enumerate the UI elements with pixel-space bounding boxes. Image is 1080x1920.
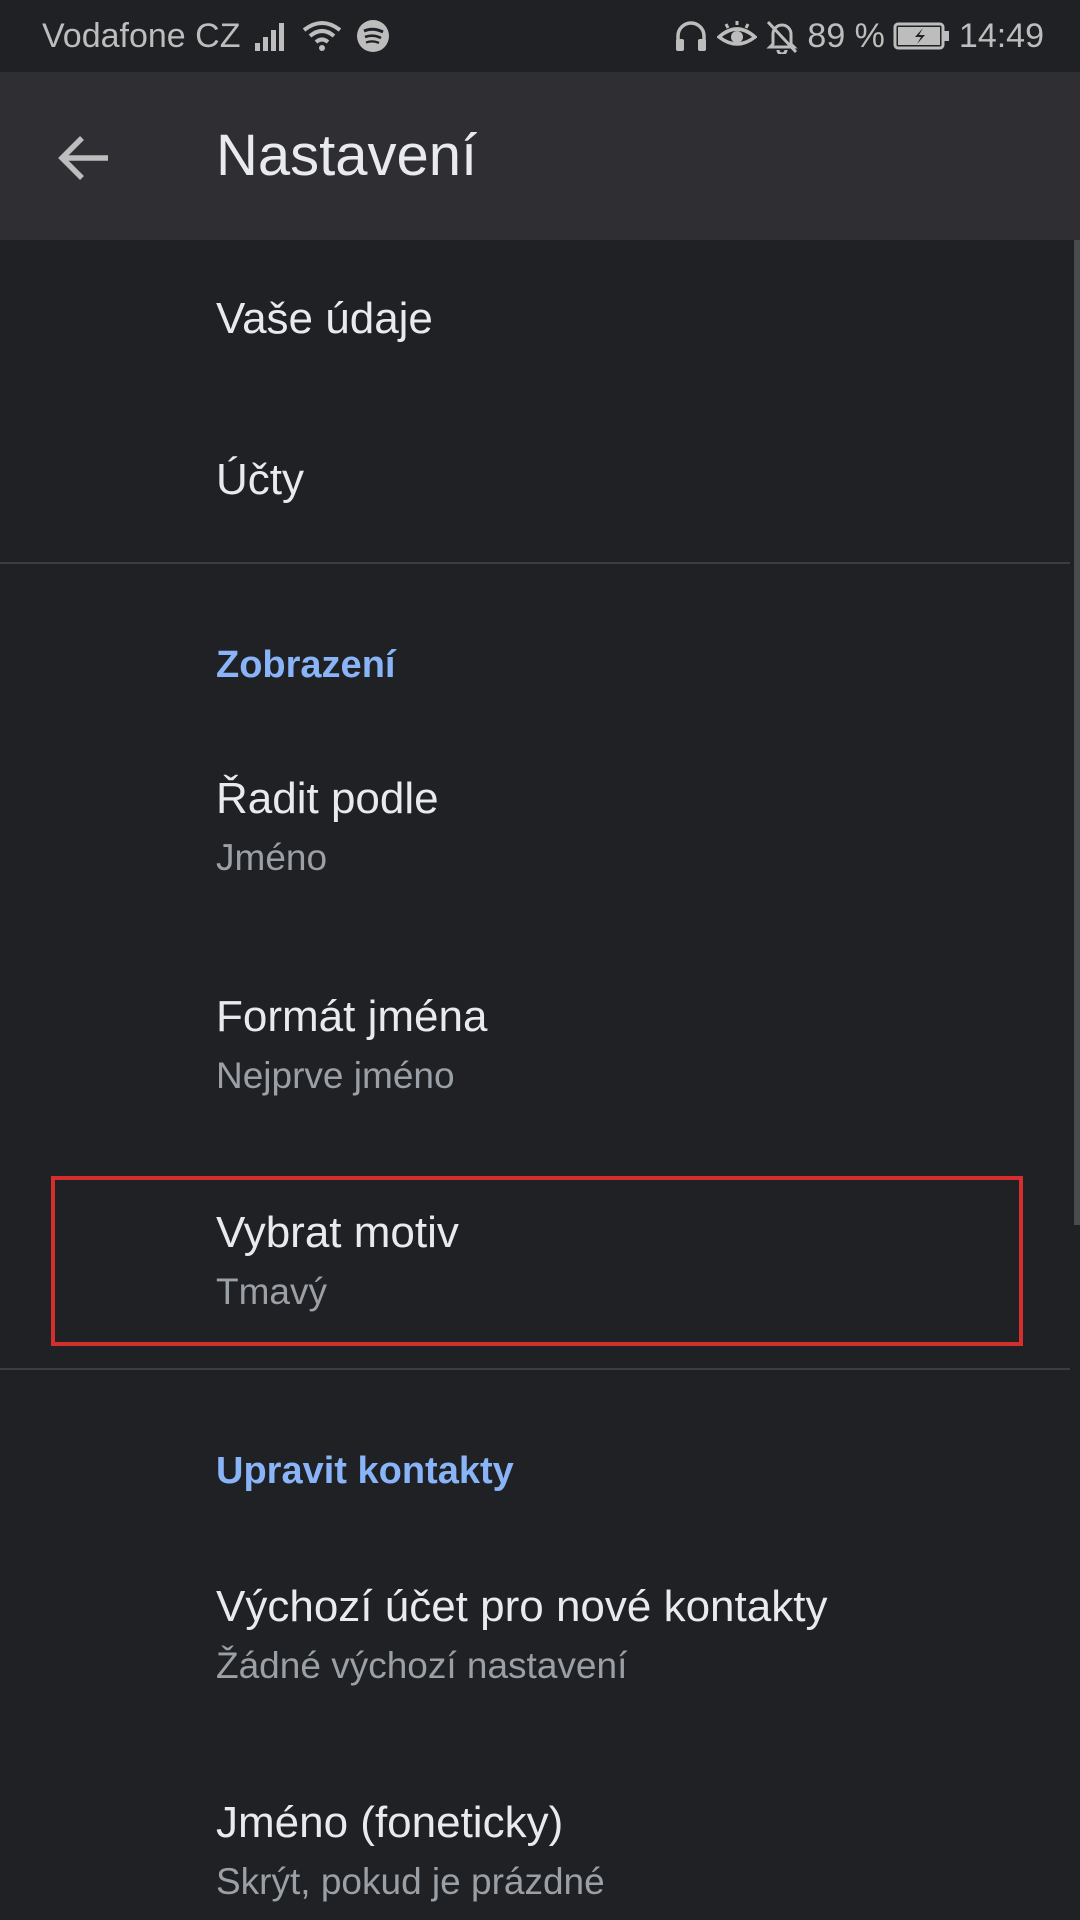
settings-item-value: Nejprve jméno bbox=[216, 1055, 455, 1096]
scrollbar[interactable] bbox=[1074, 240, 1080, 1225]
settings-item-name-format[interactable]: Formát jména Nejprve jméno bbox=[0, 960, 1070, 1176]
section-header-edit-contacts: Upravit kontakty bbox=[216, 1450, 514, 1492]
wifi-icon bbox=[302, 20, 342, 52]
settings-item-value: Jméno bbox=[216, 837, 328, 878]
status-bar: Vodafone CZ 89 % 14:49 bbox=[0, 0, 1080, 72]
eye-icon bbox=[717, 19, 758, 53]
settings-screen: Vodafone CZ 89 % 14:49 Nastavení Vaše úd… bbox=[0, 0, 1080, 1920]
page-title: Nastavení bbox=[216, 123, 478, 188]
settings-item-title: Formát jména bbox=[216, 992, 488, 1041]
spotify-icon bbox=[356, 19, 390, 53]
settings-item-title: Řadit podle bbox=[216, 774, 439, 823]
settings-item-title: Vybrat motiv bbox=[216, 1208, 459, 1257]
clock-time: 14:49 bbox=[958, 16, 1044, 55]
settings-item-phonetic-name[interactable]: Jméno (foneticky) Skrýt, pokud je prázdn… bbox=[0, 1764, 1070, 1920]
settings-item-sort-by[interactable]: Řadit podle Jméno bbox=[0, 740, 1070, 960]
app-bar: Nastavení bbox=[0, 72, 1080, 240]
bell-off-icon bbox=[765, 18, 799, 54]
section-header-display: Zobrazení bbox=[216, 644, 396, 686]
back-button[interactable] bbox=[48, 122, 120, 194]
settings-item-value: Žádné výchozí nastavení bbox=[216, 1645, 628, 1686]
signal-icon bbox=[254, 21, 288, 51]
settings-item-accounts[interactable]: Účty bbox=[0, 400, 1070, 562]
settings-item-value: Skrýt, pokud je prázdné bbox=[216, 1861, 605, 1902]
settings-item-default-account[interactable]: Výchozí účet pro nové kontakty Žádné výc… bbox=[0, 1548, 1070, 1764]
headphones-icon bbox=[673, 19, 709, 53]
divider bbox=[0, 1368, 1070, 1370]
divider bbox=[0, 562, 1070, 564]
arrow-back-icon bbox=[58, 136, 108, 180]
settings-item-title: Jméno (foneticky) bbox=[216, 1798, 564, 1847]
carrier-name: Vodafone CZ bbox=[42, 16, 241, 55]
status-left: Vodafone CZ bbox=[42, 0, 390, 72]
settings-item-title: Účty bbox=[216, 455, 304, 504]
settings-item-your-info[interactable]: Vaše údaje bbox=[0, 240, 1070, 400]
status-right: 89 % 14:49 bbox=[673, 0, 1044, 72]
battery-percent: 89 % bbox=[807, 16, 885, 55]
battery-charging-icon bbox=[893, 21, 951, 51]
settings-item-title: Výchozí účet pro nové kontakty bbox=[216, 1582, 828, 1631]
settings-item-value: Tmavý bbox=[216, 1271, 327, 1312]
settings-item-title: Vaše údaje bbox=[216, 294, 433, 343]
settings-item-choose-theme[interactable]: Vybrat motiv Tmavý bbox=[0, 1176, 1070, 1370]
